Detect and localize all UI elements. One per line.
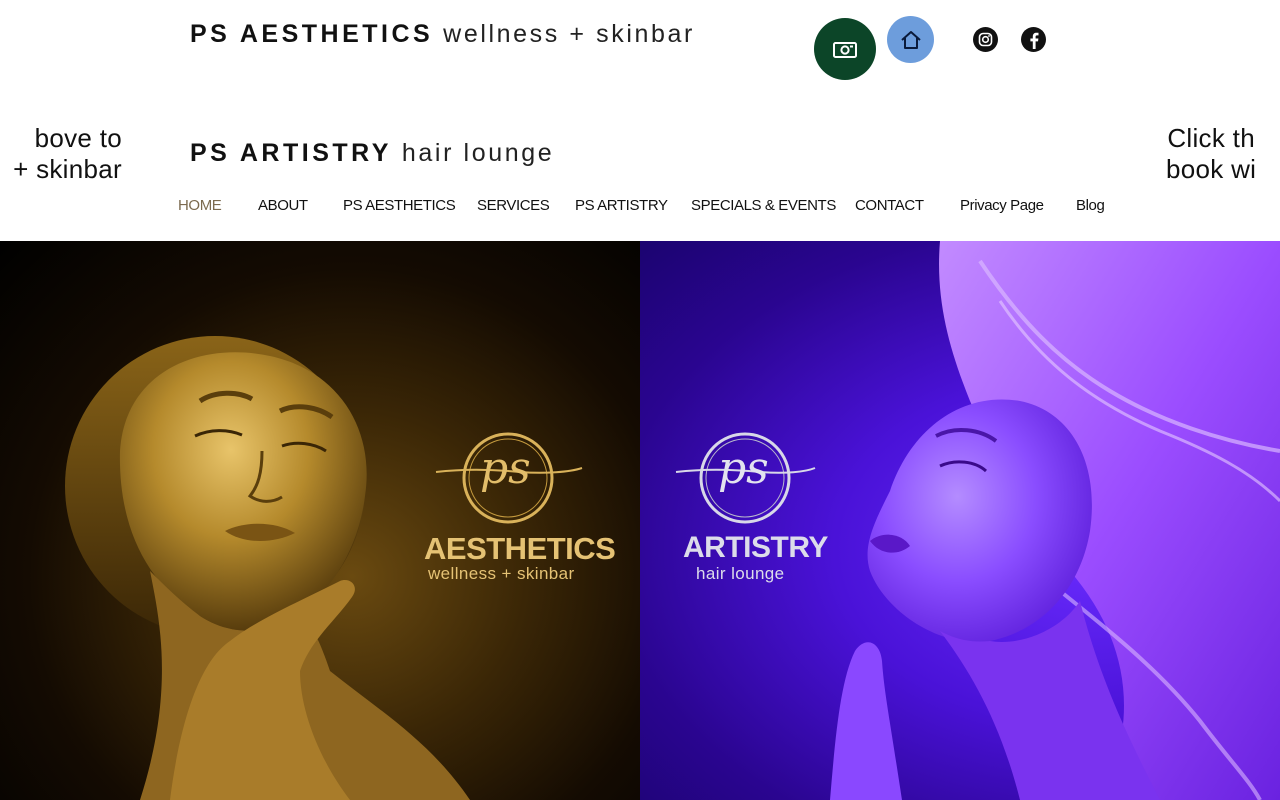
nav-ps-aesthetics[interactable]: PS AESTHETICS bbox=[343, 197, 477, 214]
ps-monogram-silver-text: ps bbox=[718, 443, 769, 494]
marquee-right-line1: Click th bbox=[1167, 123, 1255, 153]
brand-artistry-title: PS ARTISTRY hair lounge bbox=[190, 139, 554, 168]
ps-monogram-gold-text: ps bbox=[480, 443, 531, 494]
brand-artistry-name: PS ARTISTRY bbox=[190, 139, 392, 167]
home-icon bbox=[900, 30, 921, 49]
hero-banner: ps AESTHETICS wellness + skinbar ps ARTI… bbox=[0, 241, 1280, 800]
artistry-logo-title: ARTISTRY bbox=[683, 531, 828, 564]
brand-aesthetics-tagline: wellness + skinbar bbox=[443, 20, 695, 48]
artistry-logo-subtitle: hair lounge bbox=[696, 564, 785, 583]
nav-services[interactable]: SERVICES bbox=[477, 197, 575, 214]
nav-privacy-page[interactable]: Privacy Page bbox=[960, 197, 1076, 214]
aesthetics-hero-panel[interactable]: ps AESTHETICS wellness + skinbar bbox=[0, 241, 640, 800]
nav-contact[interactable]: CONTACT bbox=[855, 197, 960, 214]
nav-about[interactable]: ABOUT bbox=[258, 197, 343, 214]
book-artistry-button[interactable] bbox=[887, 16, 934, 63]
instagram-icon bbox=[978, 32, 993, 47]
nav-specials-events[interactable]: SPECIALS & EVENTS bbox=[691, 197, 855, 214]
marquee-right-line2: book wi bbox=[1166, 154, 1257, 184]
marquee-left-line2: + skinbar bbox=[13, 154, 122, 184]
marquee-left-line1: bove to bbox=[34, 123, 122, 153]
book-aesthetics-button[interactable] bbox=[814, 18, 876, 80]
main-nav: HOME ABOUT PS AESTHETICS SERVICES PS ART… bbox=[178, 197, 1116, 214]
nav-blog[interactable]: Blog bbox=[1076, 197, 1116, 214]
nav-ps-artistry[interactable]: PS ARTISTRY bbox=[575, 197, 691, 214]
facebook-link[interactable] bbox=[1021, 27, 1046, 52]
brand-aesthetics-title: PS AESTHETICS wellness + skinbar bbox=[190, 20, 695, 49]
nav-home[interactable]: HOME bbox=[178, 197, 258, 214]
aesthetics-logo-title: AESTHETICS bbox=[424, 531, 616, 566]
facebook-icon bbox=[1029, 32, 1038, 49]
money-camera-icon bbox=[833, 42, 857, 58]
brand-aesthetics-name: PS AESTHETICS bbox=[190, 20, 434, 48]
artistry-hero-panel[interactable]: ps ARTISTRY hair lounge bbox=[640, 241, 1280, 800]
instagram-link[interactable] bbox=[973, 27, 998, 52]
aesthetics-logo-subtitle: wellness + skinbar bbox=[428, 564, 575, 583]
marquee-right-text: Click th book wi bbox=[1166, 123, 1256, 185]
marquee-left-text: bove to + skinbar bbox=[13, 123, 122, 185]
brand-artistry-tagline: hair lounge bbox=[401, 139, 555, 167]
